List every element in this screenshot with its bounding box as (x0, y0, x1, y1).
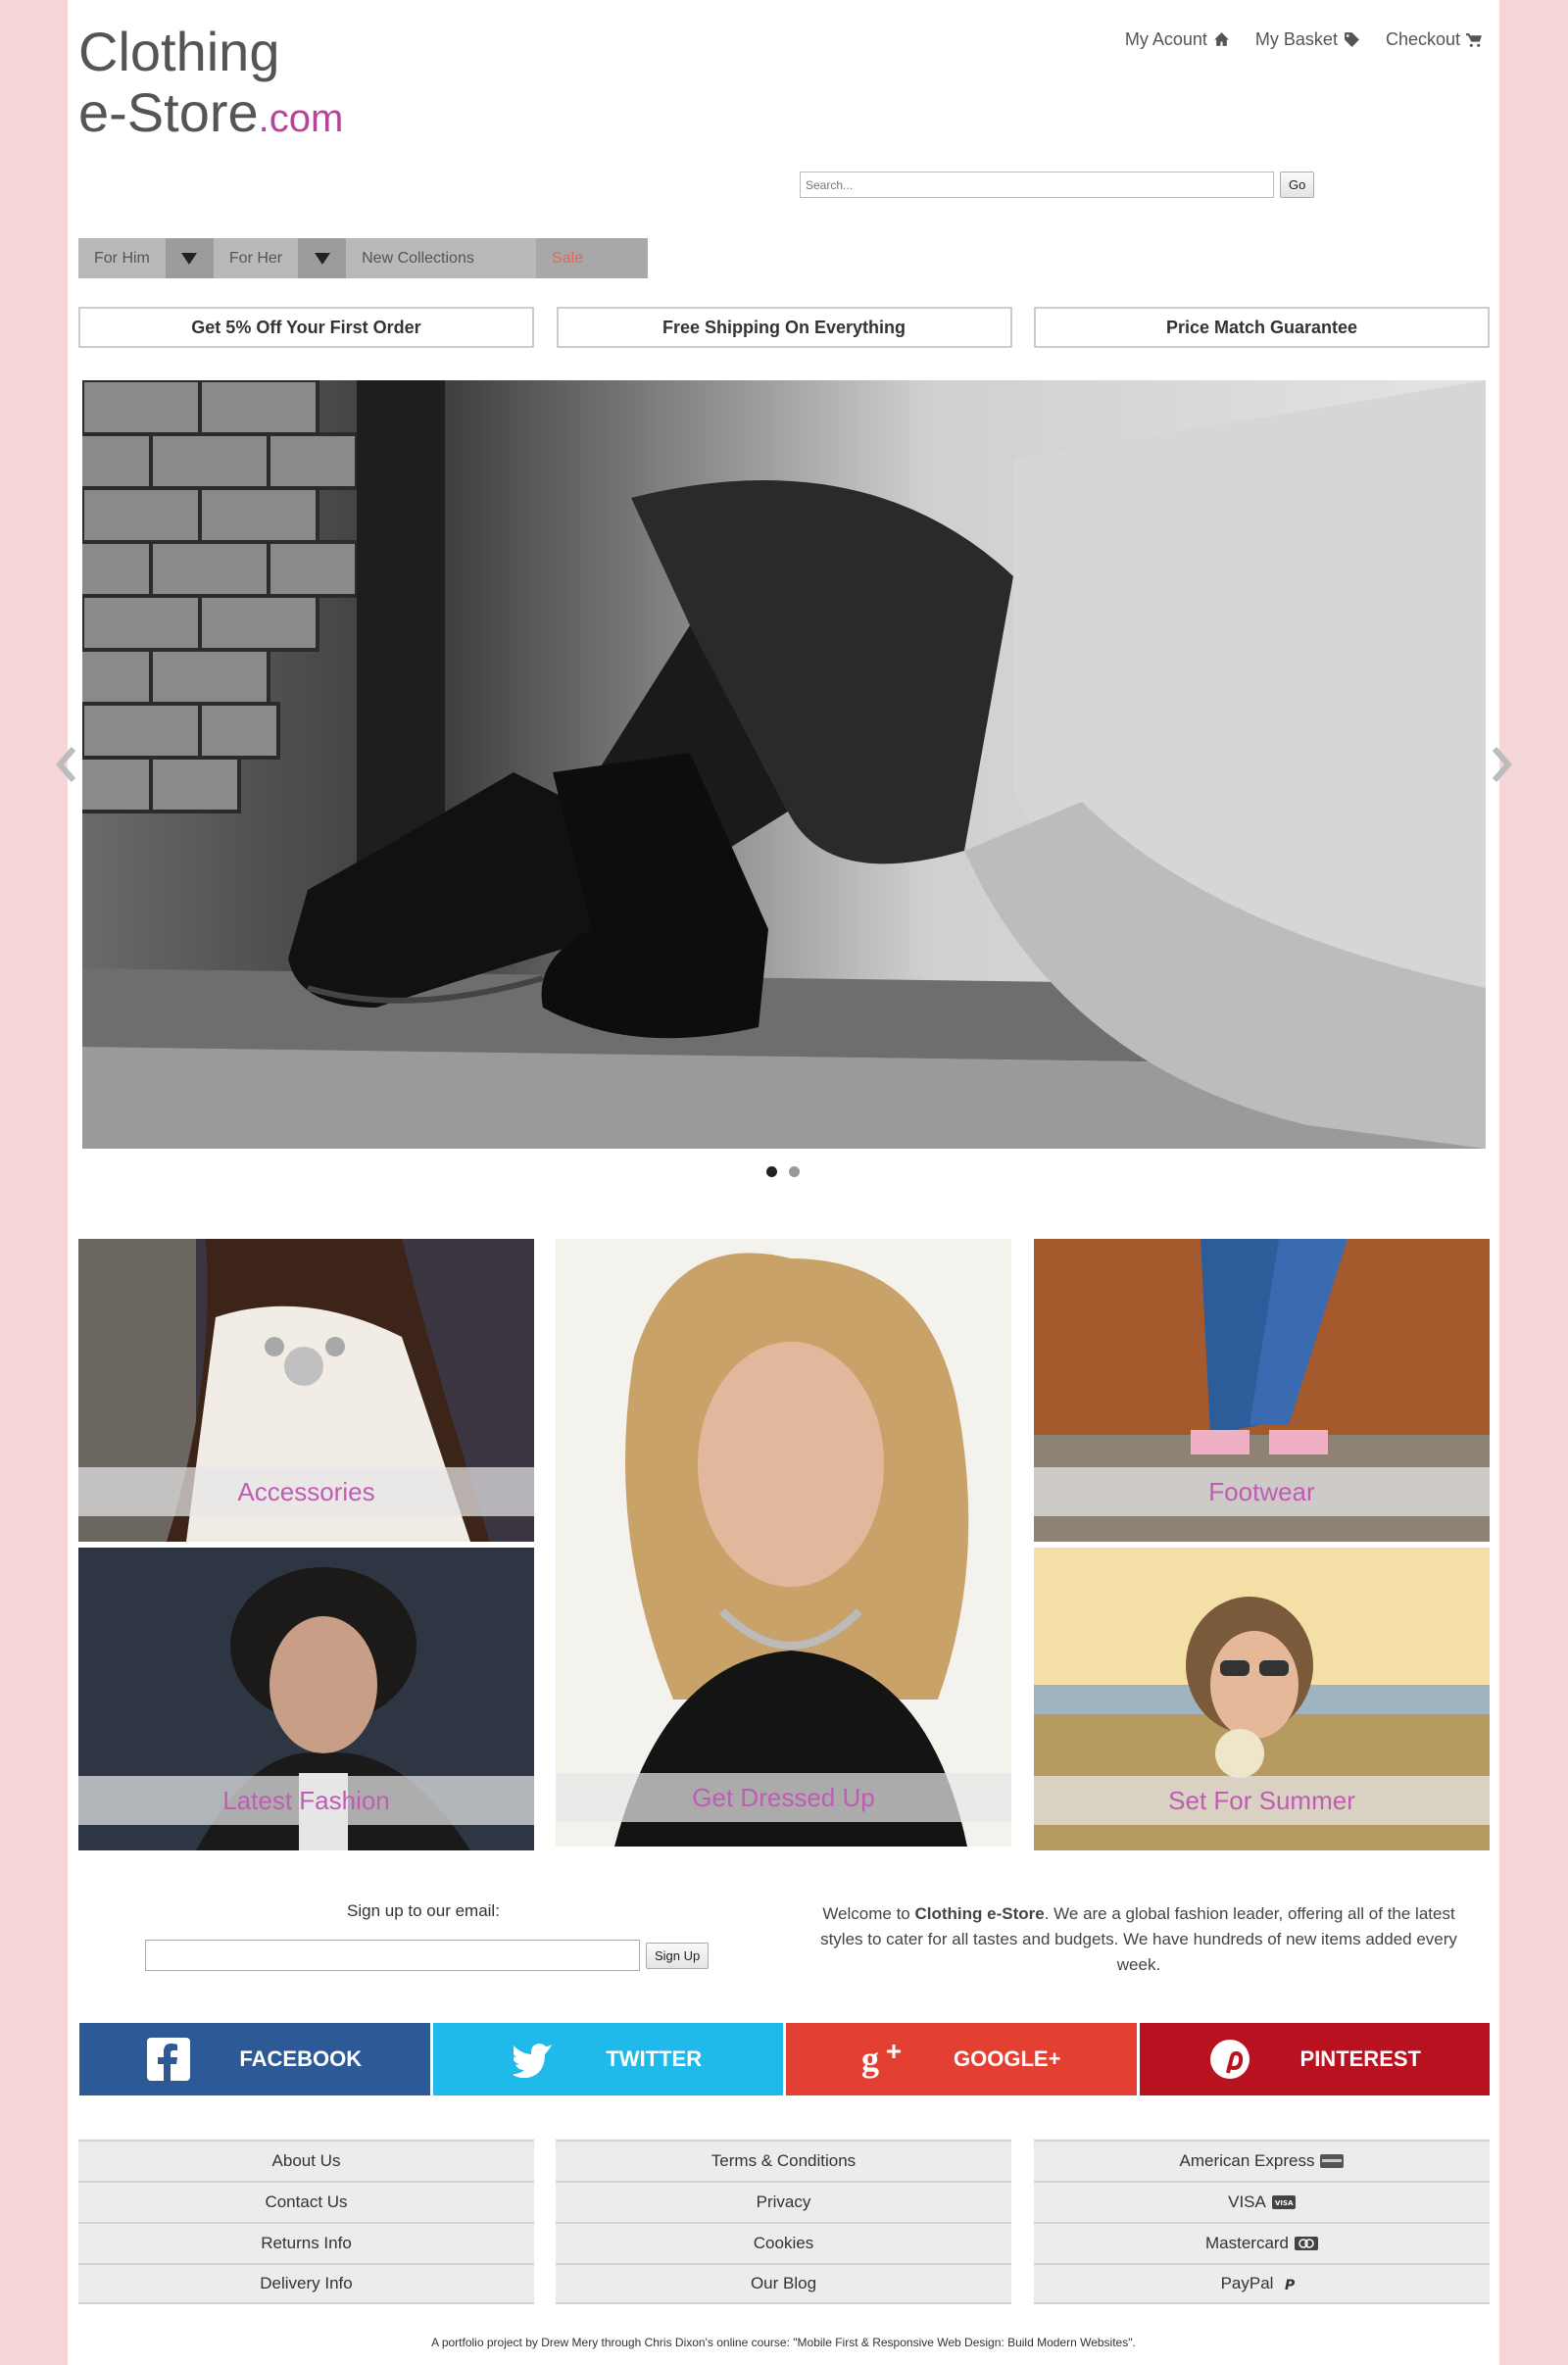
nav-for-him[interactable]: For Him (78, 238, 166, 278)
nav-for-her[interactable]: For Her (214, 238, 298, 278)
google-plus-button[interactable]: g GOOGLE+ (786, 2023, 1137, 2095)
payment-paypal-label: PayPal (1220, 2274, 1274, 2292)
pinterest-icon (1209, 2040, 1250, 2079)
payment-visa: VISA VISA (1034, 2181, 1490, 2222)
logo-suffix: .com (258, 97, 344, 140)
site-logo[interactable]: Clothing e-Store.com (78, 22, 343, 149)
page: Clothing e-Store.com My Acount My Basket… (56, 0, 1512, 2365)
footer-link-cookies[interactable]: Cookies (556, 2222, 1011, 2263)
visa-card-icon: VISA (1271, 2195, 1296, 2209)
svg-text:g: g (861, 2040, 879, 2079)
search-input[interactable] (800, 172, 1274, 198)
logo-store: e-Store (78, 81, 259, 143)
footer-link-returns[interactable]: Returns Info (78, 2222, 534, 2263)
welcome-text: Welcome to Clothing e-Store. We are a gl… (805, 1901, 1473, 1978)
my-account-link[interactable]: My Acount (1125, 29, 1230, 50)
get-dressed-up-label: Get Dressed Up (556, 1773, 1011, 1822)
amex-card-icon (1320, 2154, 1345, 2168)
twitter-button[interactable]: TWITTER (432, 2023, 783, 2095)
footer-legal-links: Terms & Conditions Privacy Cookies Our B… (556, 2140, 1011, 2304)
my-account-label: My Acount (1124, 29, 1207, 49)
chevron-left-icon (56, 747, 76, 782)
nav-new-collections[interactable]: New Collections (346, 238, 490, 278)
carousel-dot-1[interactable] (766, 1166, 777, 1177)
pinterest-label: PINTEREST (1299, 2046, 1421, 2071)
welcome-brand: Clothing e-Store (914, 1904, 1045, 1923)
my-basket-link[interactable]: My Basket (1255, 29, 1360, 50)
paypal-icon: P (1285, 2278, 1296, 2291)
facebook-label: FACEBOOK (239, 2046, 363, 2071)
category-tile-accessories[interactable]: Accessories (78, 1239, 534, 1542)
set-for-summer-label: Set For Summer (1034, 1776, 1490, 1825)
main-nav: For Him For Her New Collections Sale (78, 238, 648, 278)
payment-visa-label: VISA (1228, 2193, 1266, 2211)
latest-fashion-label: Latest Fashion (78, 1776, 534, 1825)
checkout-link[interactable]: Checkout (1386, 29, 1483, 50)
checkout-label: Checkout (1385, 29, 1460, 49)
carousel-prev-arrow[interactable] (52, 745, 79, 784)
payment-paypal: PayPal P (1034, 2263, 1490, 2304)
nav-sale[interactable]: Sale (536, 238, 648, 278)
carousel-indicators (766, 1166, 800, 1177)
carousel-dot-2[interactable] (789, 1166, 800, 1177)
chevron-right-icon (1492, 747, 1512, 782)
search-bar: Go (800, 172, 1315, 198)
cart-icon (1466, 33, 1482, 47)
promo-free-shipping[interactable]: Free Shipping On Everything (556, 307, 1012, 348)
payment-mastercard: Mastercard (1034, 2222, 1490, 2263)
payment-amex-label: American Express (1179, 2151, 1315, 2170)
signup-form: Sign Up (145, 1940, 710, 1971)
facebook-button[interactable]: FACEBOOK (79, 2023, 430, 2095)
signup-button[interactable]: Sign Up (646, 1942, 710, 1969)
logo-line1: Clothing (78, 21, 280, 82)
carousel-next-arrow[interactable] (1489, 745, 1516, 784)
category-tile-set-for-summer[interactable]: Set For Summer (1034, 1548, 1490, 1850)
accessories-label: Accessories (78, 1467, 534, 1516)
payment-mastercard-label: Mastercard (1204, 2234, 1290, 2252)
promo-price-match[interactable]: Price Match Guarantee (1034, 307, 1490, 348)
logo-line2: e-Store.com (78, 82, 343, 149)
footwear-label: Footwear (1034, 1467, 1490, 1516)
for-him-dropdown-toggle[interactable] (165, 238, 214, 278)
promo-discount[interactable]: Get 5% Off Your First Order (78, 307, 534, 348)
top-nav: My Acount My Basket Checkout (1125, 29, 1483, 50)
footer-link-privacy[interactable]: Privacy (556, 2181, 1011, 2222)
footer-link-delivery[interactable]: Delivery Info (78, 2263, 534, 2304)
payment-amex: American Express (1034, 2140, 1490, 2181)
social-bar: FACEBOOK TWITTER g GOOGLE+ PINTEREST (79, 2023, 1490, 2095)
footer-link-terms[interactable]: Terms & Conditions (556, 2140, 1011, 2181)
for-her-dropdown-toggle[interactable] (298, 238, 347, 278)
svg-text:P: P (1285, 2278, 1296, 2291)
email-signup-input[interactable] (145, 1940, 640, 1971)
pinterest-button[interactable]: PINTEREST (1139, 2023, 1490, 2095)
google-plus-icon: g (861, 2040, 902, 2079)
home-icon (1213, 32, 1229, 46)
caret-down-icon (181, 252, 198, 265)
footer-info-links: About Us Contact Us Returns Info Deliver… (78, 2140, 534, 2304)
caret-down-icon (314, 252, 330, 265)
category-tile-footwear[interactable]: Footwear (1034, 1239, 1490, 1542)
footer-link-about[interactable]: About Us (78, 2140, 534, 2181)
promo-strip: Get 5% Off Your First Order Free Shippin… (78, 307, 1490, 348)
mastercard-icon (1295, 2237, 1319, 2250)
hero-carousel-image (82, 380, 1486, 1149)
my-basket-label: My Basket (1254, 29, 1338, 49)
search-go-button[interactable]: Go (1280, 172, 1315, 198)
google-plus-label: GOOGLE+ (954, 2046, 1061, 2071)
svg-text:VISA: VISA (1275, 2199, 1294, 2207)
twitter-icon (514, 2044, 554, 2079)
footer-link-blog[interactable]: Our Blog (556, 2263, 1011, 2304)
footer-payment-methods: American Express VISA VISA Mastercard Pa… (1034, 2140, 1490, 2304)
signup-label: Sign up to our email: (347, 1901, 500, 1920)
tag-icon (1345, 32, 1359, 47)
category-tile-get-dressed-up[interactable]: Get Dressed Up (556, 1239, 1011, 1847)
facebook-icon (147, 2038, 191, 2081)
welcome-prefix: Welcome to (822, 1904, 915, 1923)
footer-link-contact[interactable]: Contact Us (78, 2181, 534, 2222)
footer-credit: A portfolio project by Drew Mery through… (431, 2336, 1136, 2349)
twitter-label: TWITTER (606, 2046, 703, 2071)
get-dressed-up-image (556, 1239, 1011, 1847)
category-tile-latest-fashion[interactable]: Latest Fashion (78, 1548, 534, 1850)
